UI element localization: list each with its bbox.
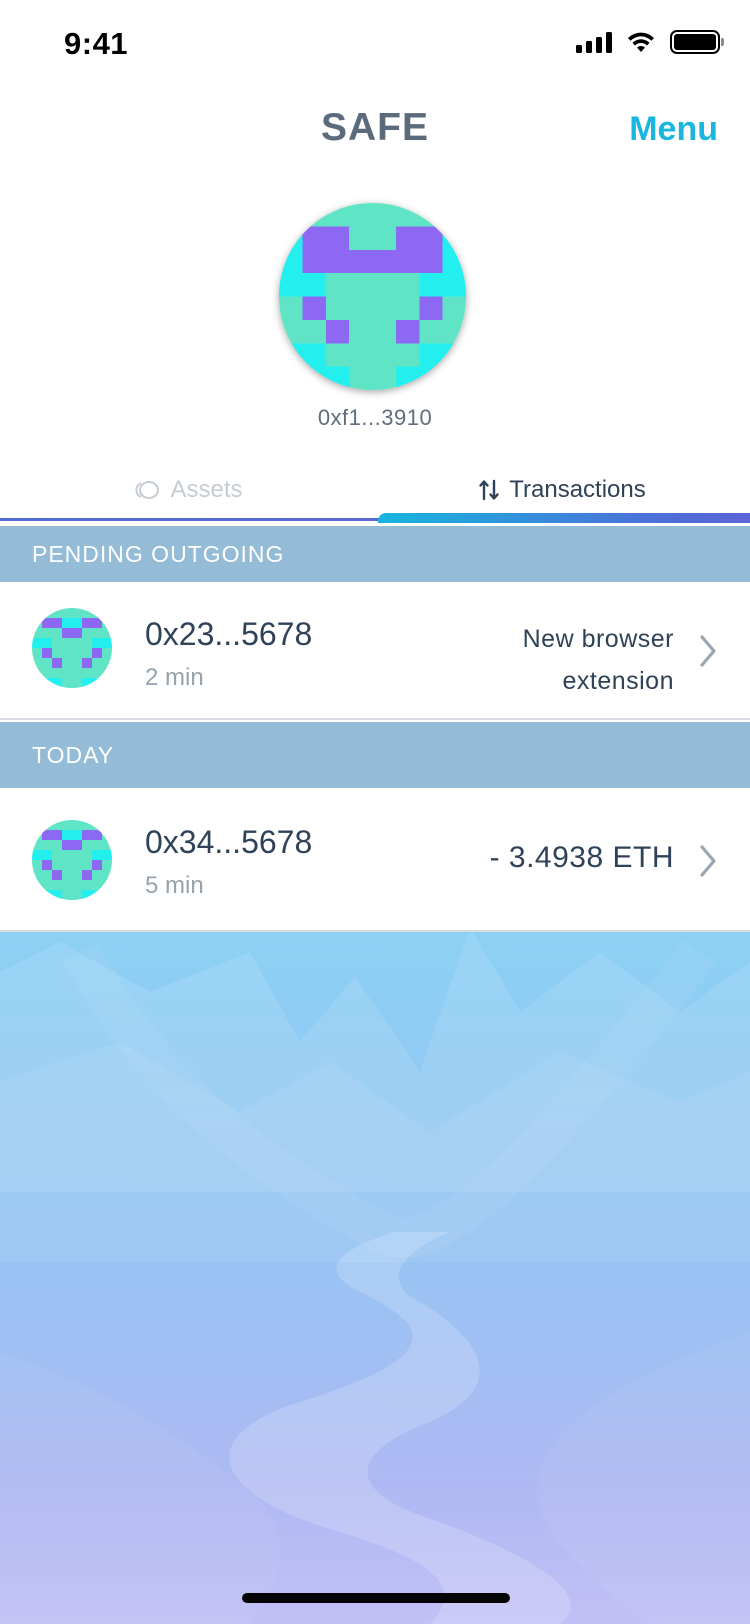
coins-icon: [135, 481, 160, 499]
menu-button[interactable]: Menu: [629, 110, 718, 149]
transaction-amount: - 3.4938 ETH: [489, 841, 674, 874]
transaction-address: 0x23...5678: [145, 616, 313, 652]
status-bar: 9:41: [0, 0, 750, 94]
tab-assets[interactable]: Assets: [0, 462, 375, 518]
tab-transactions[interactable]: Transactions: [375, 462, 750, 518]
avatar: [32, 820, 112, 900]
swap-arrows-icon: [479, 479, 499, 501]
transaction-time: 5 min: [145, 872, 204, 899]
safe-address[interactable]: 0xf1...3910: [0, 405, 750, 431]
transaction-row[interactable]: 0x34...5678 5 min - 3.4938 ETH: [0, 790, 750, 932]
home-indicator[interactable]: [242, 1593, 510, 1603]
cellular-signal-icon: [576, 31, 612, 53]
chevron-right-icon: [700, 635, 716, 667]
active-tab-indicator: [378, 513, 750, 523]
identicon-icon: [279, 203, 466, 390]
description-line-2: extension: [562, 667, 674, 695]
app-header: SAFE Menu: [0, 94, 750, 174]
mountain-background-illustration: [0, 932, 750, 1624]
status-time: 9:41: [64, 26, 129, 61]
transaction-address: 0x34...5678: [145, 824, 313, 860]
transaction-row[interactable]: 0x23...5678 2 min New browser extension: [0, 582, 750, 720]
identicon-icon: [32, 608, 112, 688]
transaction-time: 2 min: [145, 664, 204, 691]
description-line-1: New browser: [522, 625, 674, 653]
avatar: [32, 608, 112, 688]
section-header-pending: PENDING OUTGOING: [0, 526, 750, 582]
wifi-icon: [628, 32, 654, 52]
tab-bar: Assets Transactions: [0, 462, 750, 524]
status-icons: [576, 30, 724, 54]
identicon-icon: [32, 820, 112, 900]
tab-assets-label: Assets: [170, 476, 243, 503]
section-header-today: TODAY: [0, 722, 750, 788]
transaction-description: New browser extension: [523, 618, 674, 702]
battery-icon: [670, 30, 724, 54]
safe-avatar: [279, 203, 466, 390]
tab-transactions-label: Transactions: [509, 476, 646, 503]
chevron-right-icon: [700, 845, 716, 877]
